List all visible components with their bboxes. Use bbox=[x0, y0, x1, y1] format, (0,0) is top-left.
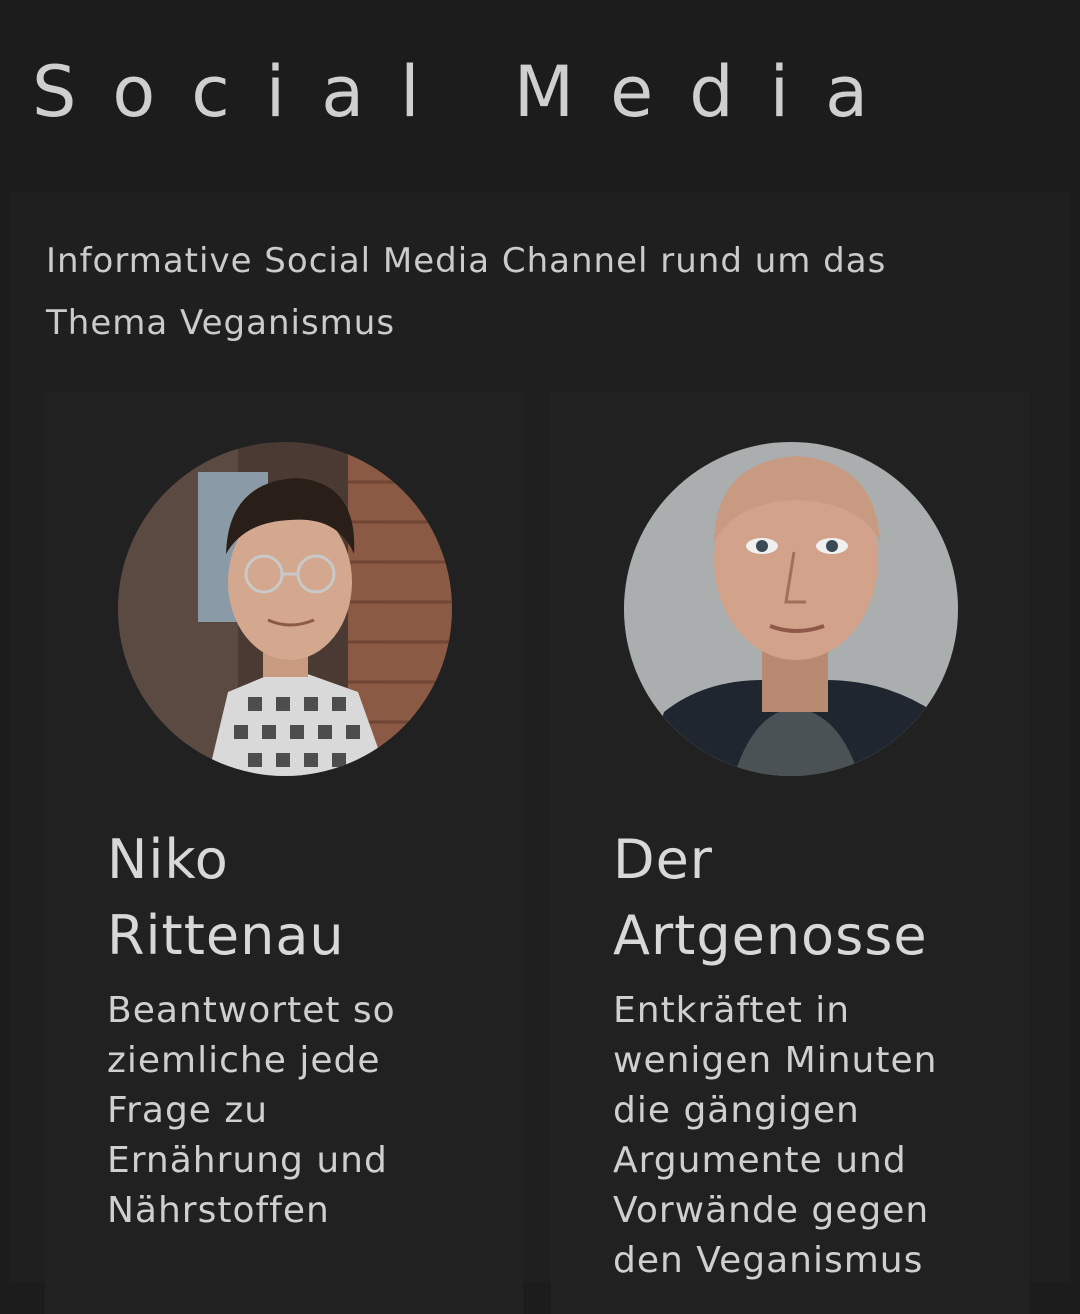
avatar[interactable] bbox=[624, 442, 958, 776]
card-description-line: Argumente und bbox=[613, 1140, 907, 1181]
page-title: Social Media bbox=[32, 51, 905, 133]
section-intro: Informative Social Media Channel rund um… bbox=[46, 230, 986, 354]
card-description-line: Frage zu bbox=[107, 1090, 269, 1131]
card-title-line: Niko bbox=[107, 828, 229, 891]
intro-line: Informative Social Media Channel rund um… bbox=[46, 241, 887, 281]
channel-card-niko-rittenau[interactable]: Niko Rittenau Beantwortet so ziemliche j… bbox=[46, 394, 522, 1314]
intro-line: Thema Veganismus bbox=[46, 303, 396, 343]
card-description-line: Beantwortet so bbox=[107, 990, 396, 1031]
card-description-line: den Veganismus bbox=[613, 1240, 924, 1281]
card-description-line: ziemliche jede bbox=[107, 1040, 381, 1081]
card-description: Entkräftet in wenigen Minuten die gängig… bbox=[613, 986, 1013, 1286]
card-description-line: die gängigen bbox=[613, 1090, 860, 1131]
card-description-line: Entkräftet in bbox=[613, 990, 851, 1031]
card-description-line: Nährstoffen bbox=[107, 1190, 330, 1231]
card-title-line: Rittenau bbox=[107, 904, 345, 967]
page-header: Social Media bbox=[0, 0, 1080, 180]
social-media-section: Informative Social Media Channel rund um… bbox=[10, 192, 1070, 1314]
card-description-line: wenigen Minuten bbox=[613, 1040, 938, 1081]
card-description-line: Vorwände gegen bbox=[613, 1190, 930, 1231]
card-title-line: Artgenosse bbox=[613, 904, 928, 967]
card-title-line: Der bbox=[613, 828, 714, 891]
portrait-photo bbox=[118, 442, 452, 776]
avatar[interactable] bbox=[118, 442, 452, 776]
portrait-photo bbox=[624, 442, 958, 776]
card-description: Beantwortet so ziemliche jede Frage zu E… bbox=[107, 986, 507, 1236]
card-title: Der Artgenosse bbox=[613, 822, 928, 974]
card-title: Niko Rittenau bbox=[107, 822, 345, 974]
channel-card-der-artgenosse[interactable]: Der Artgenosse Entkräftet in wenigen Min… bbox=[552, 394, 1028, 1314]
card-description-line: Ernährung und bbox=[107, 1140, 388, 1181]
